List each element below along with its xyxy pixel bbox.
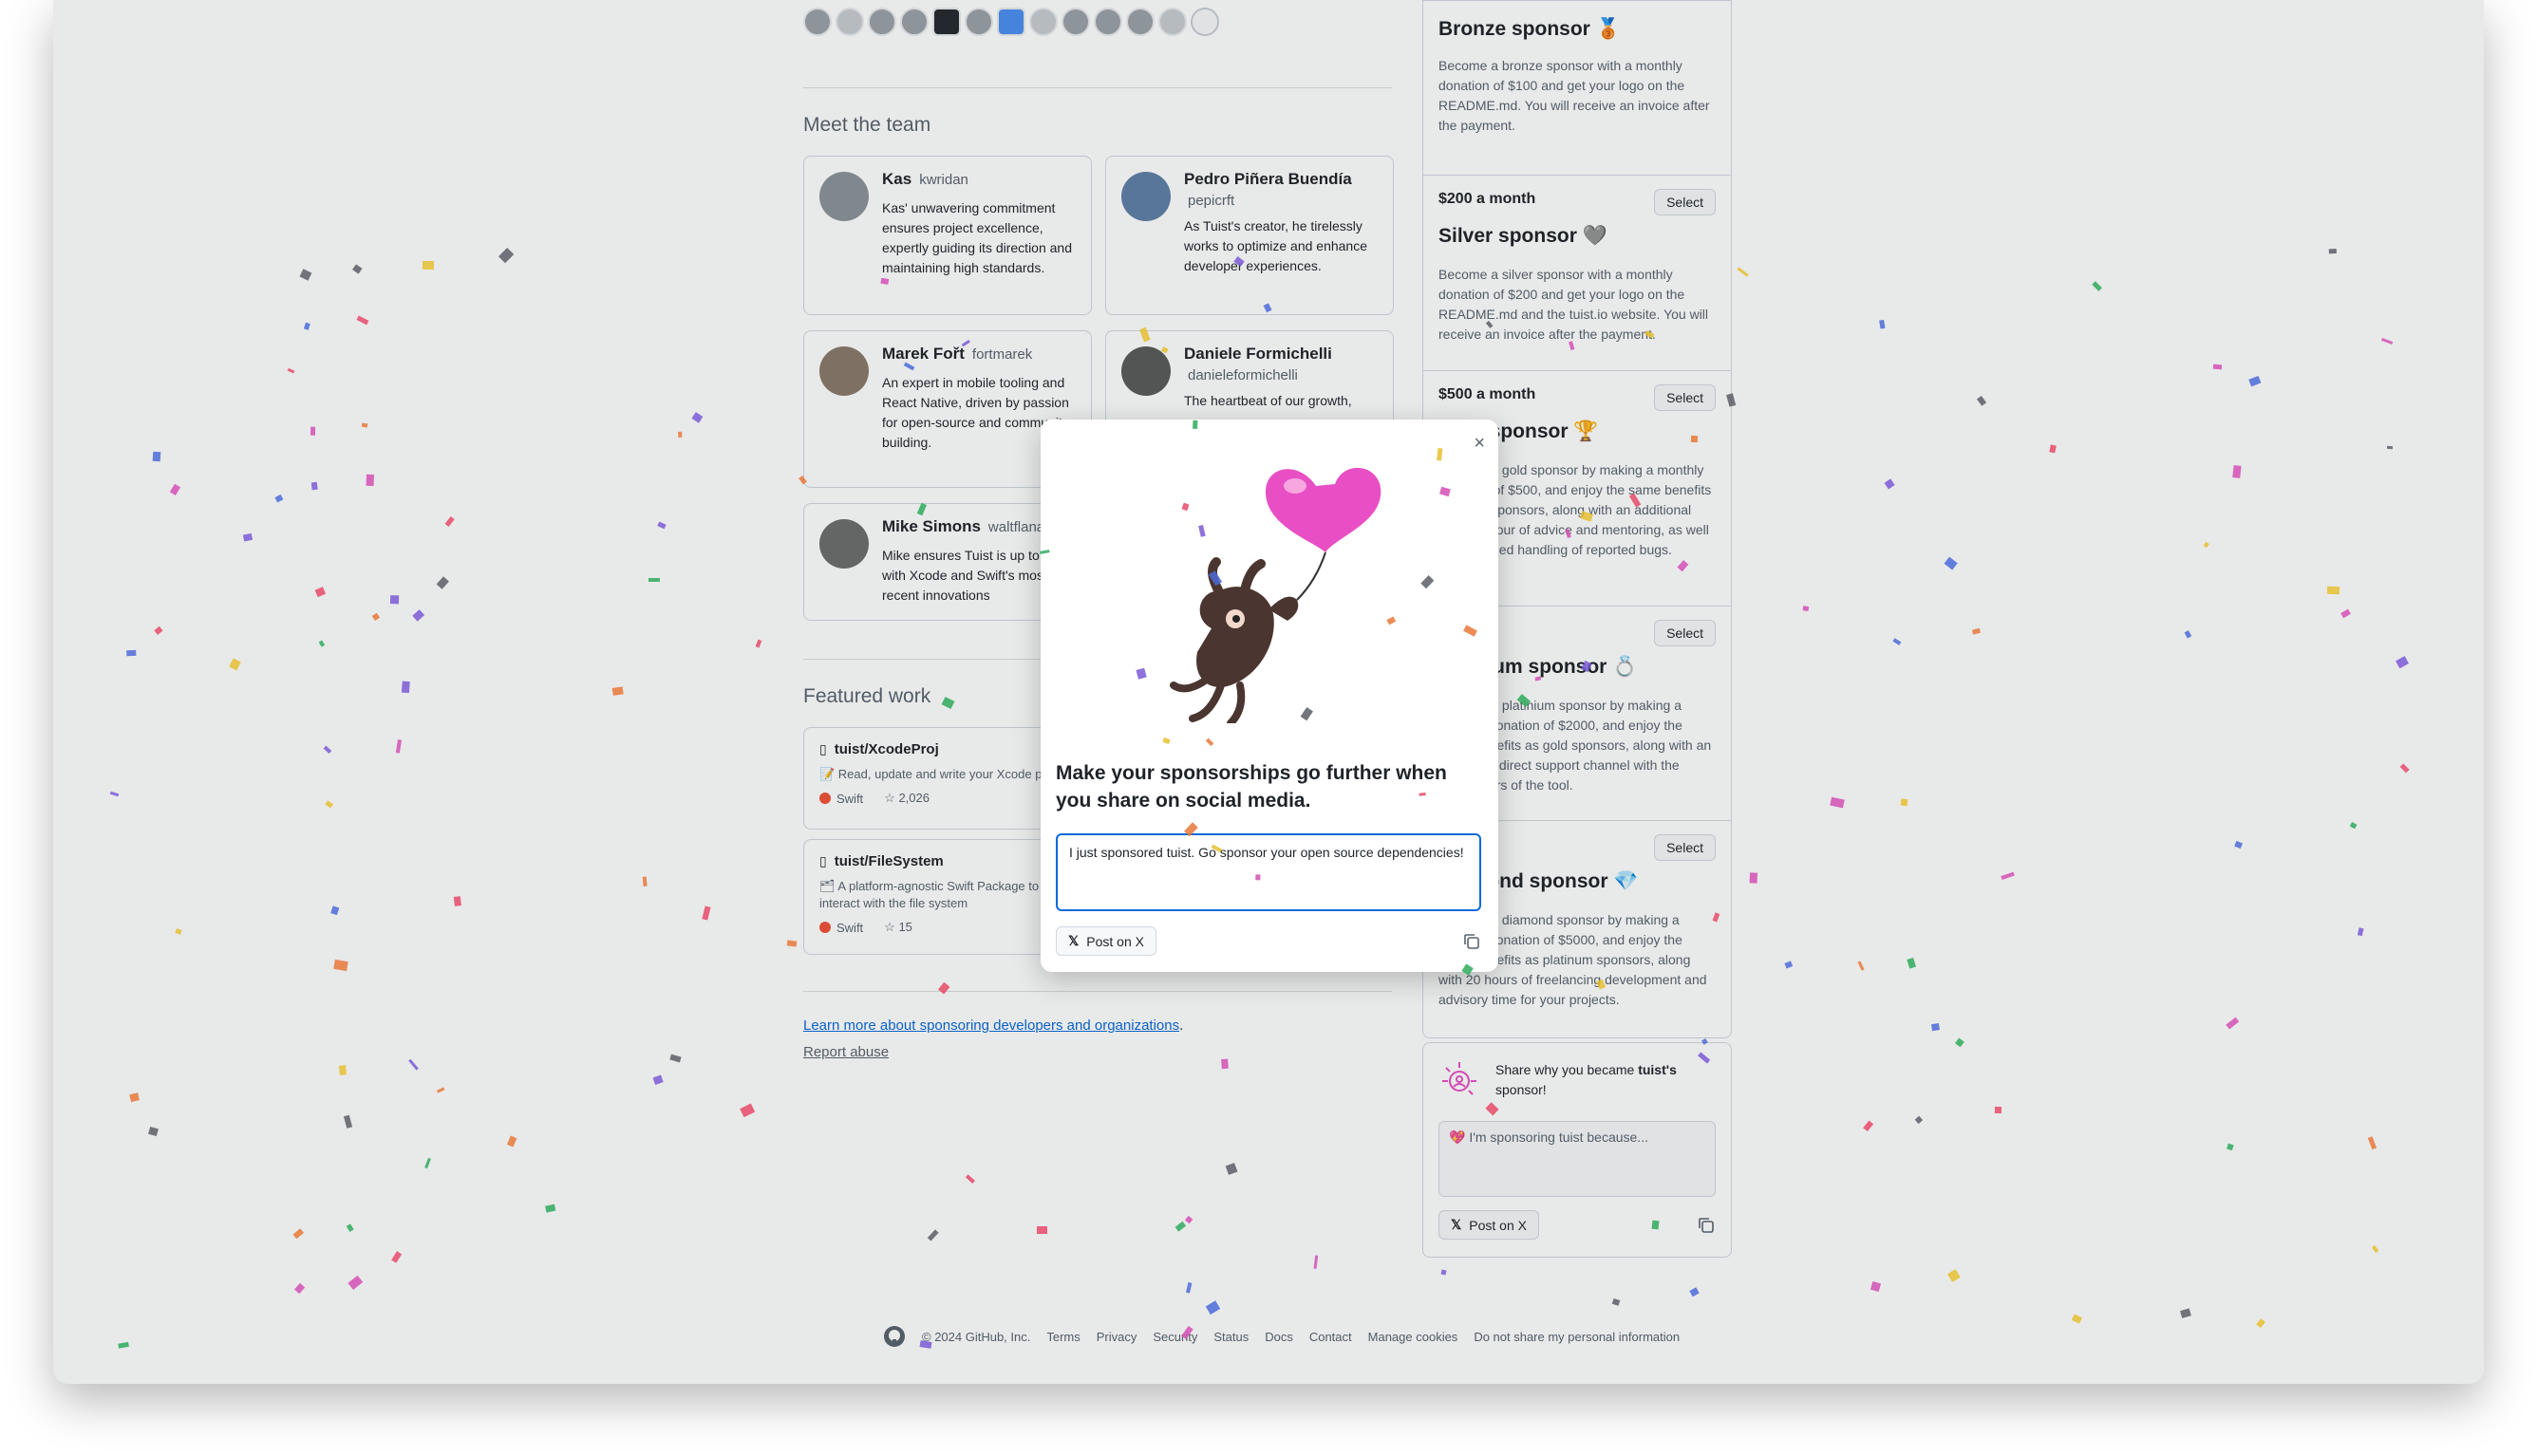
post-on-x-button[interactable]: 𝕏 Post on X [1056, 926, 1156, 956]
x-logo-icon: 𝕏 [1068, 933, 1080, 948]
modal-footer: 𝕏 Post on X [1056, 926, 1481, 956]
browser-window: Meet the team Kas kwridan Kas' unwavering… [53, 0, 2484, 1384]
copy-icon[interactable] [1462, 932, 1481, 951]
mona-balloon-illustration [1170, 467, 1381, 723]
close-icon[interactable]: × [1474, 433, 1485, 455]
post-on-x-label: Post on X [1086, 933, 1144, 949]
modal-title: Make your sponsorships go further when y… [1056, 762, 1447, 812]
share-message-textarea[interactable]: I just sponsored tuist. Go sponsor your … [1056, 833, 1481, 911]
share-modal: × Make your sponsorships go further when… [1041, 420, 1498, 972]
